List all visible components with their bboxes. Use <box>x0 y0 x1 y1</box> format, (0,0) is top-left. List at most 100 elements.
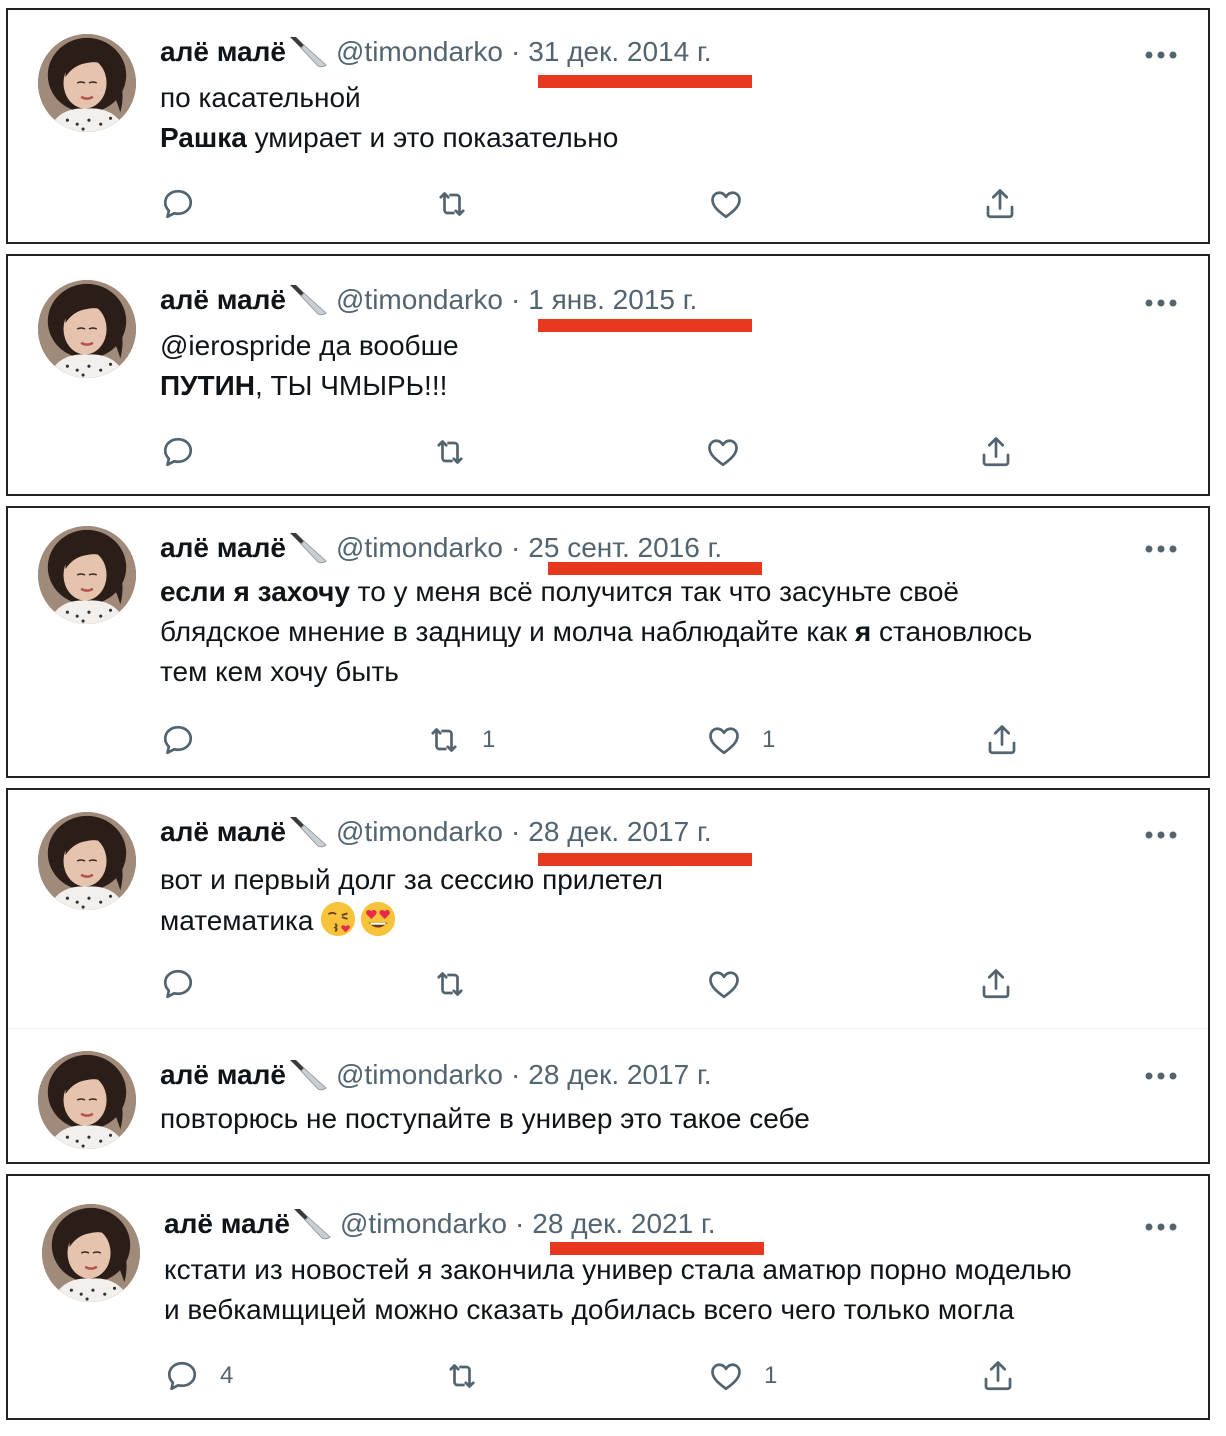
tweet[interactable]: алё малё @timondarko · 28 дек. 2021 г. к… <box>8 1176 1208 1422</box>
heart-icon <box>706 722 742 758</box>
retweet-button[interactable] <box>434 184 470 224</box>
tweet-text: по касательной Рашка умирает и это показ… <box>160 78 1168 158</box>
tweet-header: алё малё @timondarko · 28 дек. 2017 г. <box>160 812 1148 852</box>
username[interactable]: @timondarko <box>336 280 503 320</box>
username[interactable]: @timondarko <box>336 812 503 852</box>
share-icon <box>978 966 1014 1002</box>
avatar[interactable] <box>38 1051 136 1149</box>
text-span: становлюсь <box>871 616 1033 647</box>
knife-icon <box>288 815 328 849</box>
avatar[interactable] <box>42 1204 140 1302</box>
display-name[interactable]: алё малё <box>164 1204 290 1244</box>
knife-icon <box>288 35 328 69</box>
tweet-actions: 4 1 <box>164 1356 1168 1396</box>
tweet-actions <box>160 964 1168 1004</box>
avatar[interactable] <box>38 280 136 378</box>
like-count: 1 <box>762 726 776 753</box>
display-name[interactable]: алё малё <box>160 1055 286 1095</box>
tweet-date[interactable]: 28 дек. 2021 г. <box>532 1204 715 1244</box>
tweet-date[interactable]: 31 дек. 2014 г. <box>528 32 711 72</box>
avatar[interactable] <box>38 34 136 132</box>
share-button[interactable] <box>980 1356 1016 1396</box>
heart-eyes-face-icon <box>359 900 397 938</box>
tweet-header: алё малё @timondarko · 28 дек. 2017 г. <box>160 1055 1148 1095</box>
tweet-date[interactable]: 1 янв. 2015 г. <box>528 280 697 320</box>
reply-button[interactable] <box>160 964 196 1004</box>
username[interactable]: @timondarko <box>340 1204 507 1244</box>
more-options-icon[interactable] <box>1144 298 1178 308</box>
tweet-actions <box>160 432 1168 472</box>
reply-button[interactable] <box>160 432 196 472</box>
like-button[interactable]: 1 <box>708 1356 777 1396</box>
more-options-icon[interactable] <box>1144 1071 1178 1081</box>
like-button[interactable]: 1 <box>706 720 775 760</box>
retweet-icon <box>432 434 468 470</box>
more-options-icon[interactable] <box>1144 50 1178 60</box>
tweet-card-4: алё малё @timondarko · 28 дек. 2017 г. в… <box>6 788 1210 1164</box>
display-name[interactable]: алё малё <box>160 812 286 852</box>
like-button[interactable] <box>708 184 744 224</box>
bold-text: если я захочу <box>160 576 350 607</box>
username[interactable]: @timondarko <box>336 1055 503 1095</box>
share-icon <box>984 722 1020 758</box>
tweet-line: кстати из новостей я закончила универ ст… <box>164 1254 1072 1285</box>
username[interactable]: @timondarko <box>336 528 503 568</box>
knife-icon <box>288 1058 328 1092</box>
tweet-line: ПУТИН, ТЫ ЧМЫРЬ!!! <box>160 366 1168 406</box>
tweet-card-1: алё малё @timondarko · 31 дек. 2014 г. п… <box>6 8 1210 244</box>
tweet-text: вот и первый долг за сессию прилетел мат… <box>160 860 1168 941</box>
reply-count: 4 <box>220 1362 234 1389</box>
knife-icon <box>288 283 328 317</box>
tweet[interactable]: алё малё @timondarko · 1 янв. 2015 г. @i… <box>8 256 1208 498</box>
avatar[interactable] <box>38 812 136 910</box>
display-name[interactable]: алё малё <box>160 32 286 72</box>
username[interactable]: @timondarko <box>336 32 503 72</box>
tweet-text: @ierospride да вообше ПУТИН, ТЫ ЧМЫРЬ!!! <box>160 326 1168 406</box>
tweet-line: тем кем хочу быть <box>160 656 399 687</box>
display-name[interactable]: алё малё <box>160 280 286 320</box>
tweet-line: математика <box>160 900 1168 941</box>
tweet-line: блядское мнение в задницу и молча наблюд… <box>160 612 1168 652</box>
knife-icon <box>288 531 328 565</box>
knife-icon <box>292 1207 332 1241</box>
tweet-date[interactable]: 28 дек. 2017 г. <box>528 1055 711 1095</box>
retweet-button[interactable] <box>444 1356 480 1396</box>
more-options-icon[interactable] <box>1144 1222 1178 1232</box>
tweet[interactable]: алё малё @timondarko · 25 сент. 2016 г. … <box>8 508 1208 780</box>
share-button[interactable] <box>978 964 1014 1004</box>
share-button[interactable] <box>982 184 1018 224</box>
retweet-count: 1 <box>482 726 496 753</box>
tweet[interactable]: алё малё @timondarko · 28 дек. 2017 г. в… <box>8 790 1208 1028</box>
tweet[interactable]: алё малё @timondarko · 31 дек. 2014 г. п… <box>8 10 1208 246</box>
separator-dot: · <box>510 1059 521 1090</box>
reply-button[interactable]: 4 <box>164 1356 233 1396</box>
more-options-icon[interactable] <box>1144 830 1178 840</box>
tweet-card-3: алё малё @timondarko · 25 сент. 2016 г. … <box>6 506 1210 778</box>
share-icon <box>978 434 1014 470</box>
separator-dot: · <box>510 816 521 847</box>
retweet-button[interactable] <box>432 964 468 1004</box>
tweet-card-2: алё малё @timondarko · 1 янв. 2015 г. @i… <box>6 254 1210 496</box>
reply-button[interactable] <box>160 184 196 224</box>
tweet-actions: 1 1 <box>160 720 1168 760</box>
like-button[interactable] <box>705 432 741 472</box>
retweet-button[interactable] <box>432 432 468 472</box>
tweet-header: алё малё @timondarko · 28 дек. 2021 г. <box>164 1204 1148 1244</box>
tweet[interactable]: алё малё @timondarko · 28 дек. 2017 г. п… <box>8 1029 1208 1164</box>
retweet-button[interactable]: 1 <box>426 720 495 760</box>
retweet-icon <box>444 1358 480 1394</box>
tweet-line: Рашка умирает и это показательно <box>160 118 1168 158</box>
text-span: , ТЫ ЧМЫРЬ!!! <box>255 370 448 401</box>
share-button[interactable] <box>978 432 1014 472</box>
reply-icon <box>160 722 196 758</box>
reply-icon <box>160 434 196 470</box>
share-button[interactable] <box>984 720 1020 760</box>
reply-button[interactable] <box>160 720 196 760</box>
tweet-actions <box>160 184 1168 224</box>
like-button[interactable] <box>706 964 742 1004</box>
tweet-line: повторюсь не поступайте в универ это так… <box>160 1103 810 1134</box>
display-name[interactable]: алё малё <box>160 528 286 568</box>
avatar[interactable] <box>38 526 136 624</box>
more-options-icon[interactable] <box>1144 544 1178 554</box>
tweet-date[interactable]: 28 дек. 2017 г. <box>528 812 711 852</box>
